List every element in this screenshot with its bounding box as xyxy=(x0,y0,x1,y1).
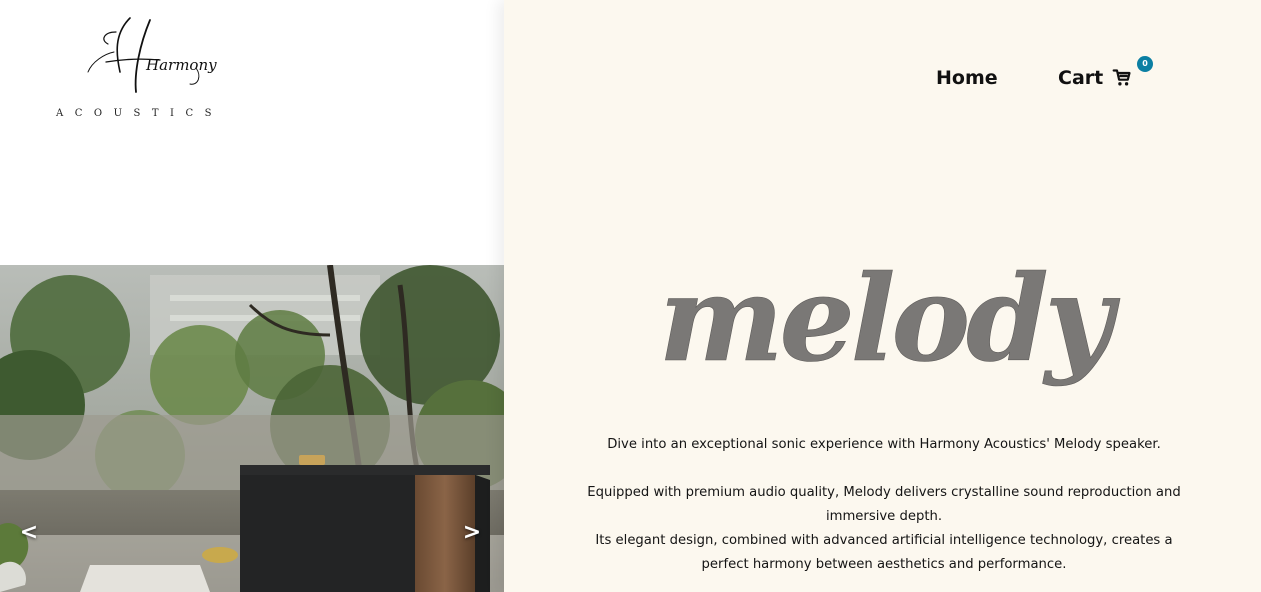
description-paragraph-2: Equipped with premium audio quality, Mel… xyxy=(587,485,1181,524)
right-panel: Home Cart 0 melody Dive into an exceptio… xyxy=(504,0,1261,592)
harmony-script-logo: Harmony xyxy=(87,17,217,93)
brand-logo[interactable]: Harmony ACOUSTICS xyxy=(56,14,256,124)
hero-title-text: melody xyxy=(659,249,1121,388)
speaker-photo xyxy=(0,265,504,592)
logo-subtitle: ACOUSTICS xyxy=(56,108,223,119)
nav-home-link[interactable]: Home xyxy=(936,64,998,92)
logo-script-text: Harmony xyxy=(145,56,217,74)
slider-prev-arrow[interactable]: < xyxy=(17,519,41,547)
description-paragraph-1: Dive into an exceptional sonic experienc… xyxy=(607,437,1161,452)
hero-title: melody xyxy=(504,240,1261,400)
shopping-cart-icon[interactable] xyxy=(1112,68,1132,88)
product-image-slider[interactable]: < > xyxy=(0,265,504,592)
product-description: Dive into an exceptional sonic experienc… xyxy=(584,433,1184,577)
left-column: Harmony ACOUSTICS < > xyxy=(0,0,504,592)
nav-cart-link[interactable]: Cart xyxy=(1058,64,1103,92)
top-nav: Home Cart 0 xyxy=(504,56,1261,94)
description-paragraph-3: Its elegant design, combined with advanc… xyxy=(595,533,1173,572)
slider-next-arrow[interactable]: > xyxy=(460,519,484,547)
cart-count-badge: 0 xyxy=(1137,56,1153,72)
